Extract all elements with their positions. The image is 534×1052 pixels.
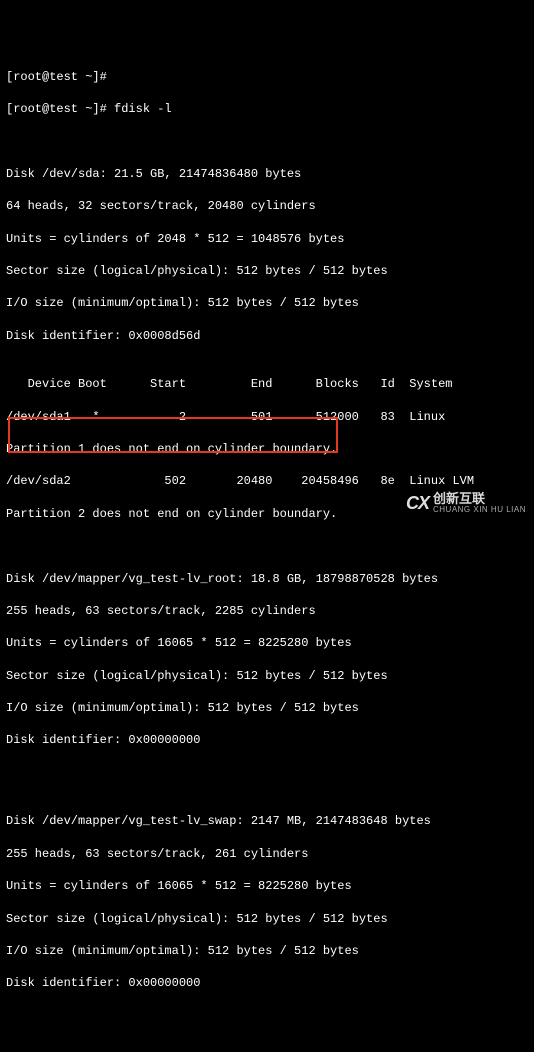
partition-table-header: Device Boot Start End Blocks Id System [6, 376, 528, 392]
sda-identifier: Disk identifier: 0x0008d56d [6, 328, 528, 344]
watermark-text-pinyin: CHUANG XIN HU LIAN [433, 505, 526, 516]
partition-row-sda1: /dev/sda1 * 2 501 512000 83 Linux [6, 409, 528, 425]
lvswap-geom: 255 heads, 63 sectors/track, 261 cylinde… [6, 846, 528, 862]
watermark: CX 创新互联 CHUANG XIN HU LIAN [406, 490, 526, 516]
lvswap-sector: Sector size (logical/physical): 512 byte… [6, 911, 528, 927]
lvswap-identifier: Disk identifier: 0x00000000 [6, 975, 528, 991]
lvswap-header: Disk /dev/mapper/vg_test-lv_swap: 2147 M… [6, 813, 528, 829]
sda-sector: Sector size (logical/physical): 512 byte… [6, 263, 528, 279]
lvroot-sector: Sector size (logical/physical): 512 byte… [6, 668, 528, 684]
lvswap-units: Units = cylinders of 16065 * 512 = 82252… [6, 878, 528, 894]
sda-header: Disk /dev/sda: 21.5 GB, 21474836480 byte… [6, 166, 528, 182]
lvroot-io: I/O size (minimum/optimal): 512 bytes / … [6, 700, 528, 716]
lvroot-geom: 255 heads, 63 sectors/track, 2285 cylind… [6, 603, 528, 619]
lvroot-units: Units = cylinders of 16065 * 512 = 82252… [6, 635, 528, 651]
prompt-line: [root@test ~]# [6, 69, 528, 85]
watermark-logo-icon: CX [406, 491, 429, 515]
lvroot-header: Disk /dev/mapper/vg_test-lv_root: 18.8 G… [6, 571, 528, 587]
partition-warning-1: Partition 1 does not end on cylinder bou… [6, 441, 528, 457]
sda-io: I/O size (minimum/optimal): 512 bytes / … [6, 295, 528, 311]
lvroot-identifier: Disk identifier: 0x00000000 [6, 732, 528, 748]
partition-row-sda2: /dev/sda2 502 20480 20458496 8e Linux LV… [6, 473, 528, 489]
lvswap-io: I/O size (minimum/optimal): 512 bytes / … [6, 943, 528, 959]
command-line: [root@test ~]# fdisk -l [6, 101, 528, 117]
sda-geom: 64 heads, 32 sectors/track, 20480 cylind… [6, 198, 528, 214]
sda-units: Units = cylinders of 2048 * 512 = 104857… [6, 231, 528, 247]
